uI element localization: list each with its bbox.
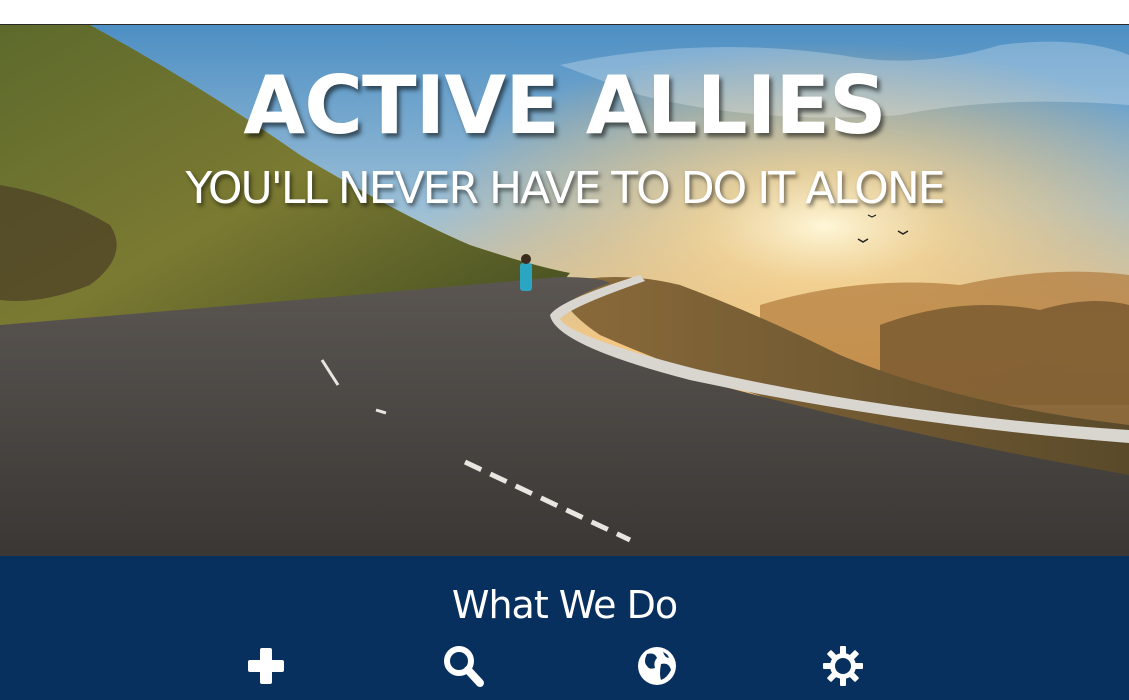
what-we-do-section: What We Do — [0, 556, 1129, 700]
hero-subtitle: YOU'LL NEVER HAVE TO DO IT ALONE — [185, 163, 945, 214]
plus-icon[interactable] — [244, 644, 288, 688]
top-bar — [0, 0, 1129, 25]
search-icon[interactable] — [441, 644, 485, 688]
globe-icon[interactable] — [635, 644, 679, 688]
hero-title: ACTIVE ALLIES — [243, 59, 886, 152]
gear-icon[interactable] — [821, 644, 865, 688]
section-heading: What We Do — [451, 583, 678, 627]
hero-banner: ACTIVE ALLIES YOU'LL NEVER HAVE TO DO IT… — [0, 25, 1129, 556]
runner-figure — [520, 263, 532, 291]
